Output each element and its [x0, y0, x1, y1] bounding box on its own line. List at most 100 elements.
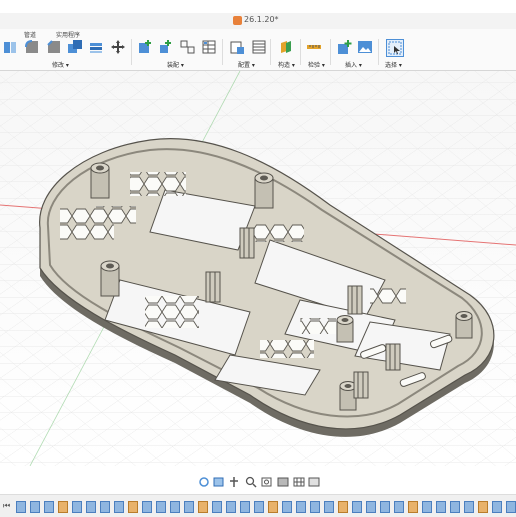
timeline-feature[interactable] — [198, 501, 208, 513]
group-modify-label[interactable]: 修改 ▾ — [52, 60, 69, 69]
timeline-feature[interactable] — [436, 501, 446, 513]
timeline-feature[interactable] — [492, 501, 502, 513]
timeline-feature[interactable] — [282, 501, 292, 513]
timeline-feature[interactable] — [408, 501, 418, 513]
timeline-feature[interactable] — [58, 501, 68, 513]
screw-boss — [254, 172, 274, 209]
display-icon[interactable] — [277, 477, 289, 487]
toolbar-separator — [222, 39, 223, 65]
move-icon[interactable] — [110, 39, 126, 55]
configure-icon[interactable] — [229, 39, 245, 55]
timeline-feature[interactable] — [212, 501, 222, 513]
ribbed-post — [205, 271, 221, 303]
hex-vent-cluster — [130, 172, 186, 196]
screw-boss — [90, 162, 110, 199]
timeline-feature[interactable] — [72, 501, 82, 513]
navigation-bar — [199, 476, 320, 488]
grid-icon[interactable] — [293, 477, 305, 487]
timeline-feature[interactable] — [506, 501, 516, 513]
hex-vent-cluster — [250, 224, 304, 242]
timeline-feature[interactable] — [296, 501, 306, 513]
timeline: ⏮ — [0, 494, 516, 517]
pan-icon[interactable] — [230, 477, 238, 487]
image-icon[interactable] — [357, 39, 373, 55]
timeline-feature[interactable] — [324, 501, 334, 513]
ribbed-post — [239, 227, 255, 259]
group-inspect-label[interactable]: 检验 ▾ — [308, 60, 325, 69]
timeline-feature[interactable] — [226, 501, 236, 513]
model-view[interactable] — [0, 71, 516, 466]
timeline-feature[interactable] — [100, 501, 110, 513]
replace-face-icon[interactable] — [88, 39, 104, 55]
timeline-feature[interactable] — [422, 501, 432, 513]
tab-pipe[interactable]: 管道 — [24, 30, 36, 39]
ribbed-post — [347, 285, 363, 315]
timeline-feature[interactable] — [142, 501, 152, 513]
hex-vent-cluster — [96, 206, 136, 224]
insert-icon[interactable] — [336, 39, 352, 55]
screw-boss — [455, 311, 473, 339]
timeline-feature[interactable] — [156, 501, 166, 513]
group-select-label[interactable]: 选择 ▾ — [385, 60, 402, 69]
measure-icon[interactable] — [306, 39, 322, 55]
group-configure-label[interactable]: 配置 ▾ — [238, 60, 255, 69]
combine-icon[interactable] — [67, 39, 83, 55]
zoom-icon[interactable] — [245, 476, 257, 488]
plane-icon[interactable] — [278, 39, 294, 55]
fillet-icon[interactable] — [24, 39, 40, 55]
timeline-feature[interactable] — [86, 501, 96, 513]
new-component-icon[interactable] — [137, 39, 153, 55]
group-insert-label[interactable]: 插入 ▾ — [345, 60, 362, 69]
timeline-feature[interactable] — [44, 501, 54, 513]
title-bar: 26.1.20* — [0, 13, 516, 30]
select-icon[interactable] — [386, 39, 404, 57]
document-icon — [233, 16, 242, 25]
rigid-group-icon[interactable] — [180, 39, 196, 55]
canvas-viewport[interactable] — [0, 71, 516, 466]
timeline-feature[interactable] — [16, 501, 26, 513]
chamfer-icon[interactable] — [46, 39, 62, 55]
timeline-feature[interactable] — [338, 501, 348, 513]
config-table-icon[interactable] — [201, 39, 217, 55]
group-construct-label[interactable]: 构造 ▾ — [278, 60, 295, 69]
toolbar-separator — [378, 39, 379, 65]
timeline-feature[interactable] — [366, 501, 376, 513]
timeline-rewind-icon[interactable]: ⏮ — [3, 501, 10, 511]
shell-icon[interactable] — [2, 39, 18, 55]
ribbed-post — [353, 371, 369, 399]
toolbar-separator — [330, 39, 331, 65]
hex-vent-cluster — [260, 340, 314, 358]
table-icon[interactable] — [251, 39, 267, 55]
document-title: 26.1.20* — [244, 15, 279, 24]
timeline-feature[interactable] — [268, 501, 278, 513]
timeline-feature[interactable] — [352, 501, 362, 513]
timeline-feature[interactable] — [254, 501, 264, 513]
orbit-icon[interactable] — [199, 477, 209, 487]
timeline-feature[interactable] — [184, 501, 194, 513]
timeline-feature[interactable] — [128, 501, 138, 513]
group-assemble-label[interactable]: 装配 ▾ — [167, 60, 184, 69]
timeline-feature[interactable] — [240, 501, 250, 513]
timeline-feature[interactable] — [464, 501, 474, 513]
look-at-icon[interactable] — [213, 477, 224, 487]
ribbed-post — [385, 343, 401, 371]
timeline-feature[interactable] — [310, 501, 320, 513]
joint-icon[interactable] — [158, 39, 174, 55]
toolbar: 管道 实用程序 修改 ▾ 装配 ▾ 配置 ▾ 构造 ▾ 检验 ▾ 插入 ▾ 选择… — [0, 29, 516, 71]
timeline-feature[interactable] — [30, 501, 40, 513]
hex-vent-cluster — [300, 318, 336, 334]
timeline-feature[interactable] — [380, 501, 390, 513]
timeline-feature[interactable] — [394, 501, 404, 513]
fit-icon[interactable] — [261, 477, 272, 487]
toolbar-separator — [131, 39, 132, 65]
timeline-feature[interactable] — [114, 501, 124, 513]
timeline-feature[interactable] — [478, 501, 488, 513]
timeline-feature[interactable] — [170, 501, 180, 513]
screw-boss — [100, 260, 120, 297]
hex-vent-cluster — [370, 288, 406, 304]
screw-boss — [336, 315, 354, 343]
toolbar-separator — [300, 39, 301, 65]
timeline-feature[interactable] — [450, 501, 460, 513]
tab-utilities[interactable]: 实用程序 — [56, 30, 80, 39]
viewport-options-icon[interactable] — [308, 477, 320, 487]
